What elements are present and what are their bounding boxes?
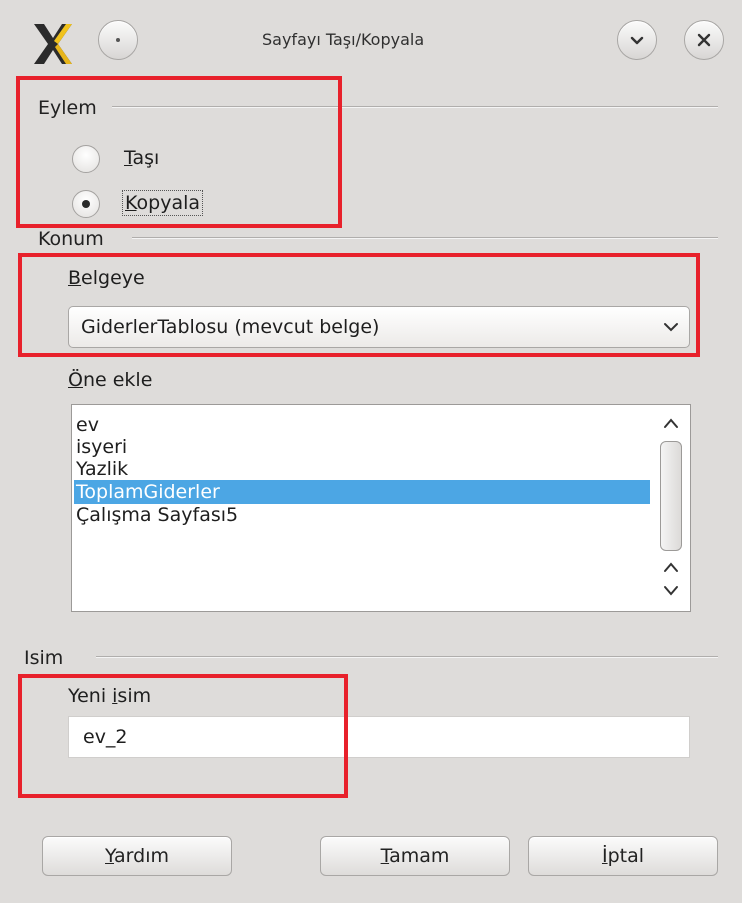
scroll-up-arrow-icon[interactable] [663,417,679,429]
highlight-box-action [16,76,342,228]
location-group-label: Konum [38,227,110,251]
cancel-button[interactable]: İptal [528,836,718,876]
dot-icon [116,38,120,42]
close-icon [697,33,711,47]
list-item[interactable]: Yazlik [74,457,650,481]
scrollbar[interactable] [654,407,688,609]
list-item-selected[interactable]: ToplamGiderler [74,480,650,504]
app-logo-icon [34,24,72,64]
chevron-down-icon [630,36,644,45]
highlight-box-document [18,253,700,357]
scroll-up-arrow-icon[interactable] [663,561,679,573]
insert-before-label: Öne ekle [68,369,153,391]
sheet-list[interactable]: ev isyeri Yazlik ToplamGiderler Çalışma … [71,404,691,612]
list-item[interactable]: ev [74,413,650,437]
ok-button[interactable]: Tamam [320,836,510,876]
name-group-label: Isim [24,646,70,670]
window-title: Sayfayı Taşı/Kopyala [262,30,425,49]
name-group-divider [96,656,718,658]
close-button[interactable] [684,20,724,60]
highlight-box-name [18,674,348,798]
window-menu-button[interactable] [98,20,138,60]
list-item[interactable]: isyeri [74,435,650,459]
minimize-button[interactable] [617,20,657,60]
scroll-down-arrow-icon[interactable] [663,585,679,597]
scrollbar-thumb[interactable] [660,441,682,551]
help-button[interactable]: Yardım [42,836,232,876]
list-item[interactable]: Çalışma Sayfası5 [74,503,650,527]
location-group-divider [132,237,718,239]
